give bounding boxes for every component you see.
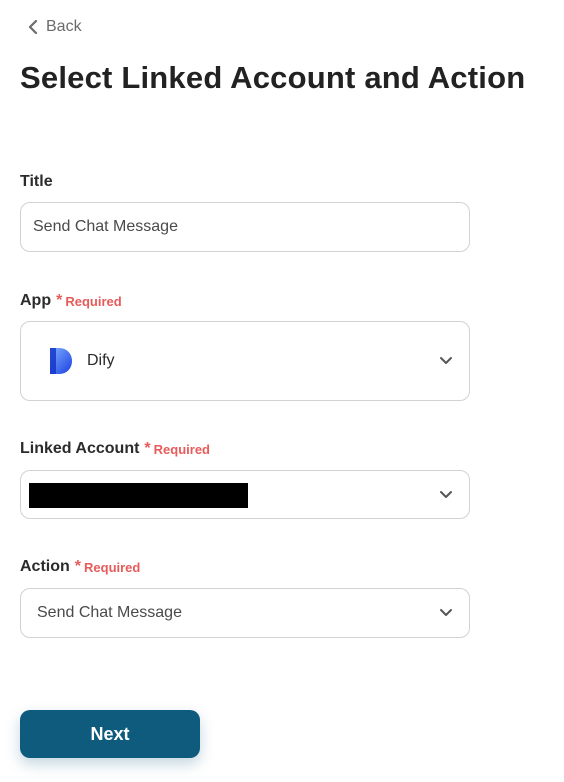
title-label-text: Title xyxy=(20,173,53,190)
required-text: Required xyxy=(84,559,141,575)
linked-account-label-text: Linked Account xyxy=(20,440,140,457)
action-label-text: Action xyxy=(20,558,70,575)
action-select-value: Send Chat Message xyxy=(37,604,182,621)
title-input-value: Send Chat Message xyxy=(33,218,178,235)
chevron-down-icon xyxy=(440,609,452,616)
required-asterisk: * xyxy=(56,292,63,309)
page: Back Select Linked Account and Action Ti… xyxy=(0,0,564,782)
linked-account-select[interactable] xyxy=(20,470,470,519)
back-link[interactable]: Back xyxy=(28,18,82,36)
app-select[interactable]: Dify xyxy=(20,321,470,401)
chevron-left-icon xyxy=(28,20,38,34)
app-select-value: Dify xyxy=(87,352,115,369)
redacted-account-value xyxy=(29,483,248,508)
page-title: Select Linked Account and Action xyxy=(20,60,526,95)
title-input[interactable]: Send Chat Message xyxy=(20,202,470,252)
app-label-text: App xyxy=(20,292,52,309)
required-text: Required xyxy=(65,293,122,309)
back-label: Back xyxy=(46,18,82,35)
title-field-label: Title xyxy=(20,173,53,191)
chevron-down-icon xyxy=(440,490,452,498)
required-asterisk: * xyxy=(74,558,82,575)
app-field-label: App * Required xyxy=(20,292,122,310)
required-text: Required xyxy=(153,441,210,457)
dify-logo-icon xyxy=(50,348,72,374)
action-select[interactable]: Send Chat Message xyxy=(20,588,470,638)
action-field-label: Action * Required xyxy=(20,558,140,576)
chevron-down-icon xyxy=(440,357,452,364)
next-button[interactable]: Next xyxy=(20,710,200,758)
linked-account-field-label: Linked Account * Required xyxy=(20,440,210,458)
required-asterisk: * xyxy=(144,440,151,457)
